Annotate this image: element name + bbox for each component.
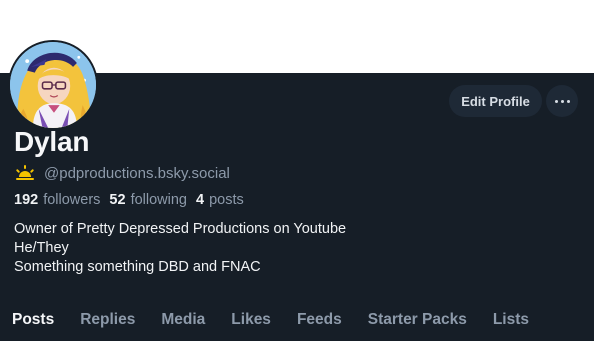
bio-line: He/They xyxy=(14,240,69,256)
tab-lists[interactable]: Lists xyxy=(479,311,541,329)
handle[interactable]: @pdproductions.bsky.social xyxy=(44,165,230,182)
following-count: 52 xyxy=(109,192,126,208)
handle-row: @pdproductions.bsky.social xyxy=(14,164,230,182)
bio-line: Something something DBD and FNAC xyxy=(14,259,261,275)
avatar[interactable] xyxy=(8,40,98,130)
following-label: following xyxy=(130,192,187,208)
tab-media[interactable]: Media xyxy=(147,311,217,329)
avatar-illustration xyxy=(10,42,96,128)
followers-link[interactable]: 192 followers xyxy=(14,192,100,208)
posts-stat: 4 posts xyxy=(196,192,244,208)
tab-replies[interactable]: Replies xyxy=(66,311,147,329)
display-name: Dylan xyxy=(14,126,90,157)
profile-bio: Owner of Pretty Depressed Productions on… xyxy=(14,220,346,277)
followers-label: followers xyxy=(43,192,101,208)
ellipsis-icon-dot xyxy=(560,99,564,103)
tab-likes[interactable]: Likes xyxy=(217,311,283,329)
sunrise-icon xyxy=(16,165,34,180)
profile-tabs: Posts Replies Media Likes Feeds Starter … xyxy=(0,308,594,332)
edit-profile-button[interactable]: Edit Profile xyxy=(449,85,542,117)
tab-posts[interactable]: Posts xyxy=(0,311,66,329)
following-link[interactable]: 52 following xyxy=(109,192,187,208)
followers-count: 192 xyxy=(14,192,39,208)
tab-feeds[interactable]: Feeds xyxy=(283,311,354,329)
posts-count: 4 xyxy=(195,192,205,208)
more-options-button[interactable] xyxy=(546,85,578,117)
ellipsis-icon xyxy=(554,99,558,103)
posts-label: posts xyxy=(209,192,244,208)
ellipsis-icon-dot xyxy=(566,99,570,103)
tab-starter-packs[interactable]: Starter Packs xyxy=(354,311,479,329)
profile-stats: 192 followers 52 following 4 posts xyxy=(14,192,244,208)
bio-line: Owner of Pretty Depressed Productions on… xyxy=(14,221,347,237)
